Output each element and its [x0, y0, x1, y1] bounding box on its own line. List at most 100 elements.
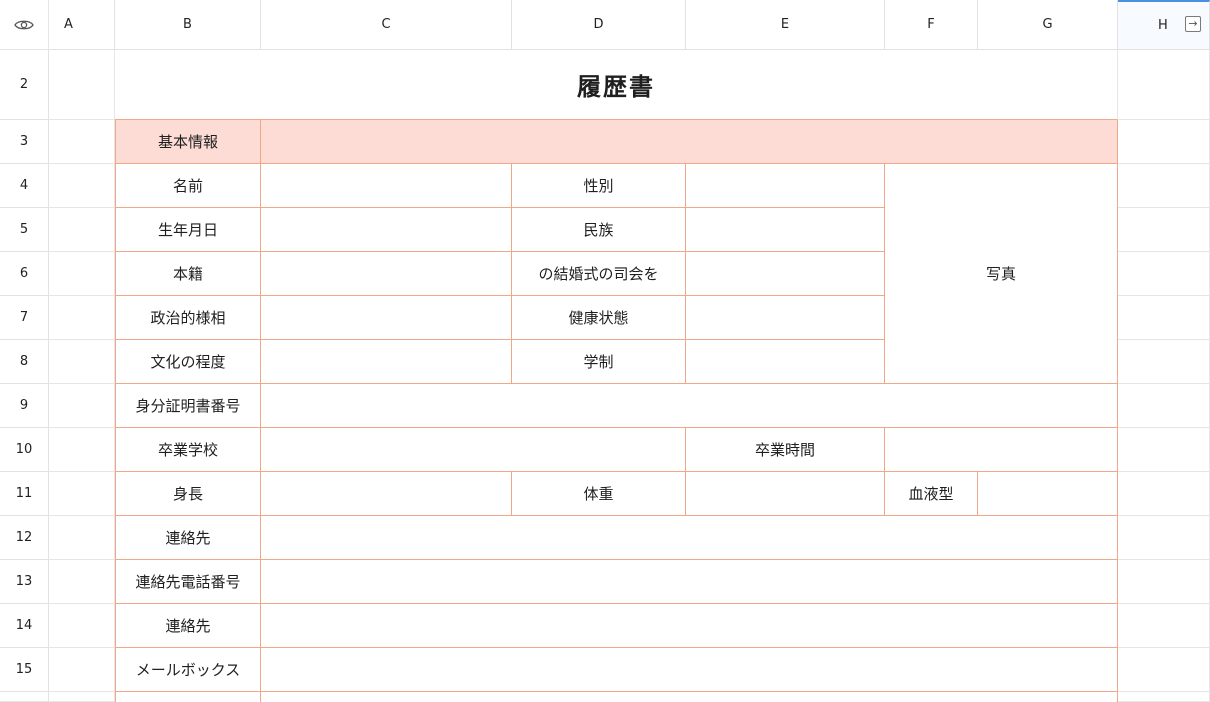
cell-a4[interactable]: [49, 164, 115, 208]
cell-a9[interactable]: [49, 384, 115, 428]
label-contact[interactable]: 連絡先: [115, 516, 261, 560]
input-mailbox[interactable]: [261, 648, 1118, 692]
row-header-15[interactable]: 15: [0, 648, 49, 692]
input-row-16[interactable]: [261, 692, 1118, 702]
input-political-status[interactable]: [261, 296, 512, 340]
row-header-7[interactable]: 7: [0, 296, 49, 340]
input-contact-2[interactable]: [261, 604, 1118, 648]
cell-a5[interactable]: [49, 208, 115, 252]
spreadsheet-grid[interactable]: A B C D E F G H → 2 3 4 5 6 7 8 9 10 11 …: [0, 0, 1210, 702]
input-wedding-mc[interactable]: [686, 252, 885, 296]
section-basic-info-fill[interactable]: [261, 120, 1118, 164]
label-school-system[interactable]: 学制: [512, 340, 686, 384]
label-health[interactable]: 健康状態: [512, 296, 686, 340]
label-ethnicity[interactable]: 民族: [512, 208, 686, 252]
cell-a7[interactable]: [49, 296, 115, 340]
cell-h10[interactable]: [1118, 428, 1210, 472]
label-name[interactable]: 名前: [115, 164, 261, 208]
row-header-6[interactable]: 6: [0, 252, 49, 296]
cell-h13[interactable]: [1118, 560, 1210, 604]
input-gender[interactable]: [686, 164, 885, 208]
row-header-3[interactable]: 3: [0, 120, 49, 164]
input-height[interactable]: [261, 472, 512, 516]
label-graduated-school[interactable]: 卒業学校: [115, 428, 261, 472]
corner-header[interactable]: [0, 0, 49, 50]
cell-h9[interactable]: [1118, 384, 1210, 428]
row-header-10[interactable]: 10: [0, 428, 49, 472]
input-weight[interactable]: [686, 472, 885, 516]
label-height[interactable]: 身長: [115, 472, 261, 516]
row-header-2[interactable]: 2: [0, 50, 49, 120]
cell-h5[interactable]: [1118, 208, 1210, 252]
row-header-14[interactable]: 14: [0, 604, 49, 648]
row-header-16[interactable]: [0, 692, 49, 702]
cell-h4[interactable]: [1118, 164, 1210, 208]
column-header-d[interactable]: D: [512, 0, 686, 50]
section-basic-info[interactable]: 基本情報: [115, 120, 261, 164]
input-education-level[interactable]: [261, 340, 512, 384]
label-contact-2[interactable]: 連絡先: [115, 604, 261, 648]
column-header-a[interactable]: A: [49, 0, 115, 50]
input-ethnicity[interactable]: [686, 208, 885, 252]
label-wedding-mc[interactable]: の結婚式の司会を: [512, 252, 686, 296]
cell-a15[interactable]: [49, 648, 115, 692]
row-header-8[interactable]: 8: [0, 340, 49, 384]
column-header-b[interactable]: B: [115, 0, 261, 50]
input-name[interactable]: [261, 164, 512, 208]
input-health[interactable]: [686, 296, 885, 340]
label-gender[interactable]: 性別: [512, 164, 686, 208]
cell-a12[interactable]: [49, 516, 115, 560]
cell-a16[interactable]: [49, 692, 115, 702]
cell-a11[interactable]: [49, 472, 115, 516]
column-header-f[interactable]: F: [885, 0, 978, 50]
eye-icon[interactable]: [14, 18, 34, 32]
input-contact[interactable]: [261, 516, 1118, 560]
row-header-9[interactable]: 9: [0, 384, 49, 428]
cell-h11[interactable]: [1118, 472, 1210, 516]
cell-a2[interactable]: [49, 50, 115, 120]
label-row-16[interactable]: [115, 692, 261, 702]
photo-box[interactable]: 写真: [885, 164, 1118, 384]
cell-a13[interactable]: [49, 560, 115, 604]
column-header-g[interactable]: G: [978, 0, 1118, 50]
label-id-number[interactable]: 身分証明書番号: [115, 384, 261, 428]
label-graduation-time[interactable]: 卒業時間: [686, 428, 885, 472]
cell-a6[interactable]: [49, 252, 115, 296]
cell-h6[interactable]: [1118, 252, 1210, 296]
input-contact-phone[interactable]: [261, 560, 1118, 604]
label-hometown[interactable]: 本籍: [115, 252, 261, 296]
cell-a10[interactable]: [49, 428, 115, 472]
input-graduation-time[interactable]: [885, 428, 1118, 472]
input-hometown[interactable]: [261, 252, 512, 296]
column-header-c[interactable]: C: [261, 0, 512, 50]
cell-h15[interactable]: [1118, 648, 1210, 692]
row-header-12[interactable]: 12: [0, 516, 49, 560]
cell-a8[interactable]: [49, 340, 115, 384]
expand-icon[interactable]: →: [1185, 16, 1201, 32]
input-graduated-school[interactable]: [261, 428, 686, 472]
row-header-11[interactable]: 11: [0, 472, 49, 516]
column-header-e[interactable]: E: [686, 0, 885, 50]
cell-h8[interactable]: [1118, 340, 1210, 384]
cell-h3[interactable]: [1118, 120, 1210, 164]
cell-h2[interactable]: [1118, 50, 1210, 120]
label-education-level[interactable]: 文化の程度: [115, 340, 261, 384]
label-weight[interactable]: 体重: [512, 472, 686, 516]
cell-a3[interactable]: [49, 120, 115, 164]
cell-h16[interactable]: [1118, 692, 1210, 702]
label-birthdate[interactable]: 生年月日: [115, 208, 261, 252]
input-birthdate[interactable]: [261, 208, 512, 252]
label-mailbox[interactable]: メールボックス: [115, 648, 261, 692]
label-political-status[interactable]: 政治的様相: [115, 296, 261, 340]
label-contact-phone[interactable]: 連絡先電話番号: [115, 560, 261, 604]
cell-h12[interactable]: [1118, 516, 1210, 560]
input-id-number[interactable]: [261, 384, 1118, 428]
input-blood-type[interactable]: [978, 472, 1118, 516]
resume-title[interactable]: 履歴書: [115, 50, 1118, 120]
input-school-system[interactable]: [686, 340, 885, 384]
label-blood-type[interactable]: 血液型: [885, 472, 978, 516]
cell-h7[interactable]: [1118, 296, 1210, 340]
cell-h14[interactable]: [1118, 604, 1210, 648]
row-header-5[interactable]: 5: [0, 208, 49, 252]
cell-a14[interactable]: [49, 604, 115, 648]
